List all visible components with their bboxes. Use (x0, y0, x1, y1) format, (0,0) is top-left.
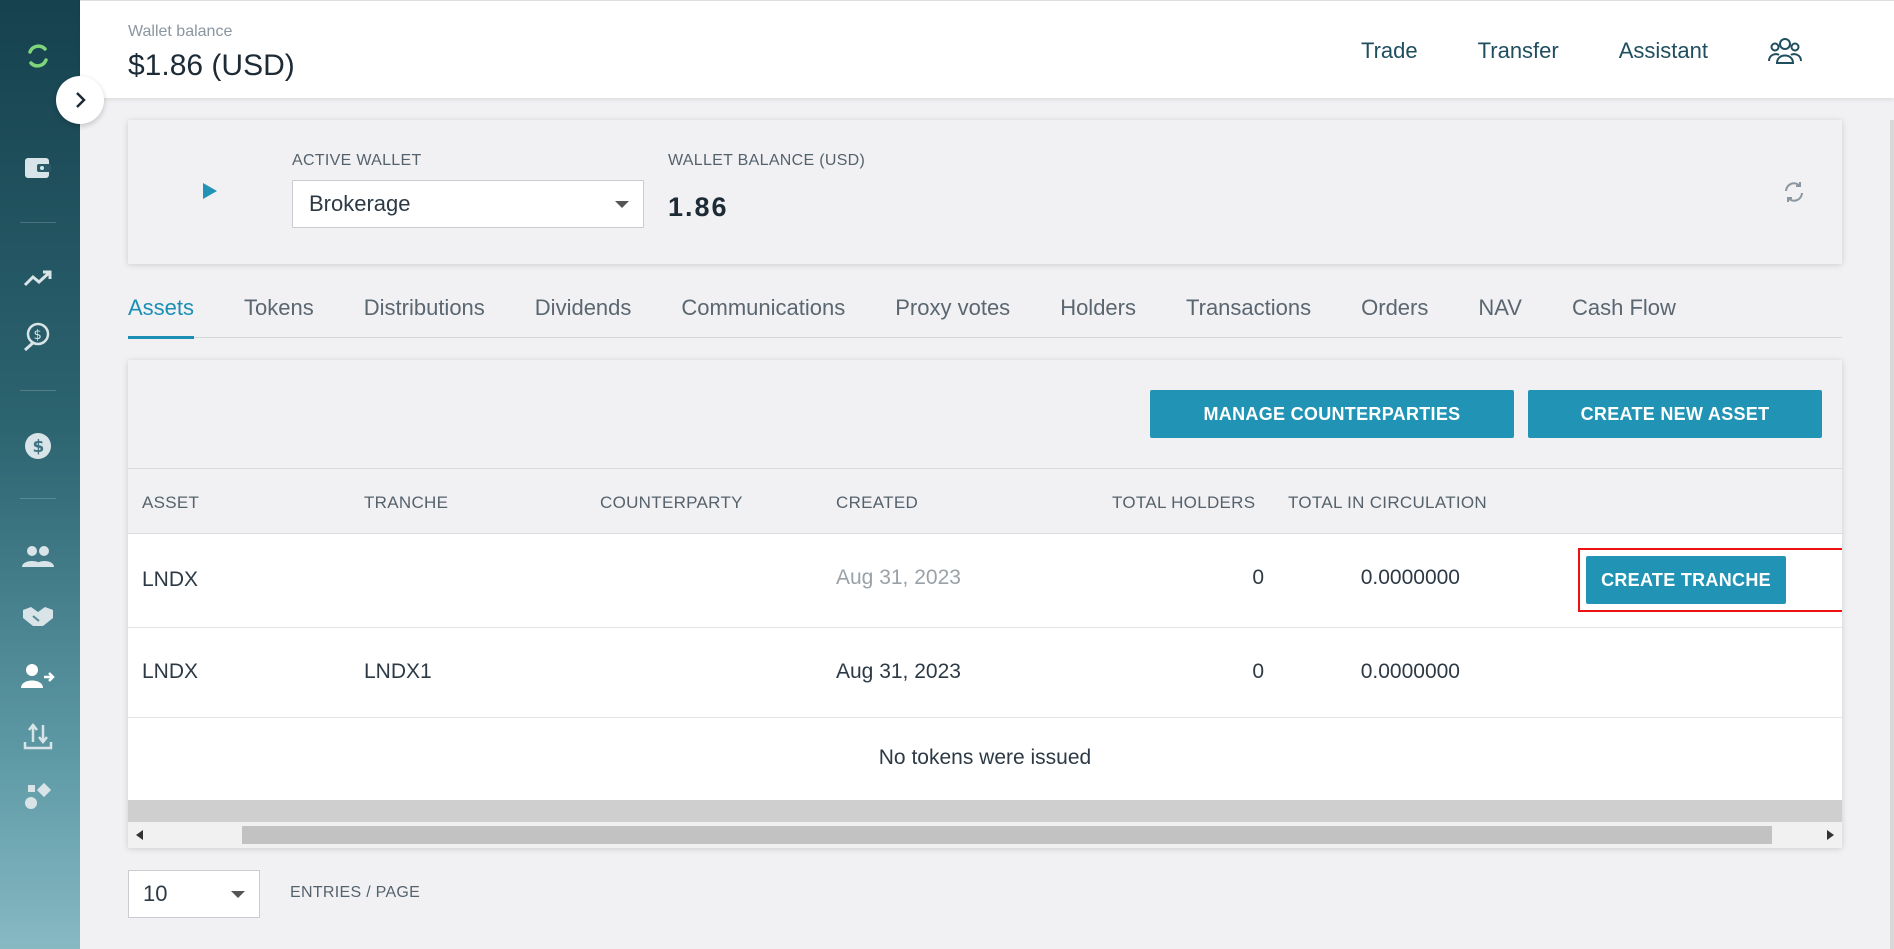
sidebar-divider (20, 498, 56, 499)
tab-dividends[interactable]: Dividends (535, 290, 632, 338)
entries-per-page-label: ENTRIES / PAGE (290, 884, 421, 901)
chevron-right-icon (76, 92, 86, 108)
top-nav: Trade Transfer Assistant (1361, 35, 1894, 67)
column-header-asset: ASSET (142, 493, 200, 512)
nav-transfer[interactable]: Transfer (1478, 38, 1559, 64)
active-wallet-label: ACTIVE WALLET (292, 152, 422, 169)
caret-down-icon (615, 201, 629, 208)
cell-total-holders: 0 (1252, 566, 1264, 589)
horizontal-scrollbar[interactable] (128, 822, 1842, 848)
wallet-card: ACTIVE WALLET Brokerage WALLET BALANCE (… (128, 120, 1842, 264)
svg-text:$: $ (34, 328, 42, 343)
table-footer-bar (128, 800, 1842, 822)
tab-transactions[interactable]: Transactions (1186, 290, 1311, 338)
tab-nav[interactable]: NAV (1478, 290, 1522, 338)
page-scrollbar[interactable] (1890, 120, 1894, 949)
tab-tokens[interactable]: Tokens (244, 290, 314, 338)
sidebar: $ $ (0, 0, 80, 949)
column-header-total-holders: TOTAL HOLDERS (1112, 493, 1256, 512)
table-header: ASSET TRANCHE COUNTERPARTY CREATED TOTAL… (128, 468, 1842, 534)
active-wallet-select[interactable]: Brokerage (292, 180, 644, 228)
assets-panel: MANAGE COUNTERPARTIES CREATE NEW ASSET A… (128, 360, 1842, 848)
users-icon[interactable] (20, 538, 56, 574)
tab-orders[interactable]: Orders (1361, 290, 1428, 338)
app-logo-icon[interactable] (20, 38, 56, 74)
empty-state-message: No tokens were issued (878, 746, 1092, 769)
caret-down-icon (231, 891, 245, 898)
scrollbar-thumb[interactable] (242, 826, 1772, 844)
highlight-box (1578, 548, 1842, 612)
cell-total-holders: 0 (1252, 660, 1264, 683)
upload-download-icon[interactable] (20, 718, 56, 754)
wallet-balance-label: Wallet balance (128, 23, 233, 40)
column-header-tranche: TRANCHE (364, 493, 449, 512)
entries-per-page-select[interactable]: 10 (128, 870, 260, 918)
column-header-total-in-circulation: TOTAL IN CIRCULATION (1288, 493, 1488, 512)
tab-distributions[interactable]: Distributions (364, 290, 485, 338)
cell-created: Aug 31, 2023 (836, 566, 961, 589)
tab-holders[interactable]: Holders (1060, 290, 1136, 338)
trending-up-icon[interactable] (20, 260, 56, 296)
wallet-balance-value: $1.86 (USD) (128, 49, 295, 82)
empty-state-row: No tokens were issued (128, 718, 1842, 800)
sidebar-expand-button[interactable] (56, 76, 104, 124)
user-transfer-icon[interactable] (20, 658, 56, 694)
entries-per-page-value: 10 (143, 881, 168, 906)
cell-total-in-circulation: 0.0000000 (1360, 660, 1460, 683)
shapes-icon[interactable] (20, 778, 56, 814)
tab-bar: Assets Tokens Distributions Dividends Co… (128, 290, 1842, 339)
handshake-icon[interactable] (20, 598, 56, 634)
wallet-balance-usd-label: WALLET BALANCE (USD) (668, 152, 866, 169)
sidebar-divider (20, 222, 56, 223)
manage-counterparties-button[interactable]: MANAGE COUNTERPARTIES (1150, 390, 1514, 438)
column-header-created: CREATED (836, 493, 919, 512)
scroll-left-icon[interactable] (136, 830, 144, 840)
table-row[interactable]: LNDX Aug 31, 2023 0 0.0000000 CREATE TRA… (128, 534, 1842, 628)
play-icon[interactable] (202, 182, 218, 200)
tab-cash-flow[interactable]: Cash Flow (1572, 290, 1676, 338)
cell-tranche: LNDX1 (364, 660, 432, 683)
table-row[interactable]: LNDX LNDX1 Aug 31, 2023 0 0.0000000 (128, 628, 1842, 718)
active-wallet-value: Brokerage (309, 191, 411, 216)
tab-communications[interactable]: Communications (681, 290, 845, 338)
create-new-asset-button[interactable]: CREATE NEW ASSET (1528, 390, 1822, 438)
cell-created: Aug 31, 2023 (836, 660, 961, 683)
svg-text:$: $ (33, 437, 45, 457)
sidebar-divider (20, 390, 56, 391)
cell-asset: LNDX (142, 660, 199, 683)
cell-total-in-circulation: 0.0000000 (1360, 566, 1460, 589)
dollar-coin-icon[interactable]: $ (20, 428, 56, 464)
tab-proxy-votes[interactable]: Proxy votes (895, 290, 1010, 338)
wallet-balance-usd-value: 1.86 (668, 192, 729, 222)
cell-asset: LNDX (142, 568, 199, 591)
team-icon[interactable] (1768, 35, 1802, 67)
nav-assistant[interactable]: Assistant (1619, 38, 1708, 64)
dollar-growth-icon[interactable]: $ (20, 318, 56, 354)
column-header-counterparty: COUNTERPARTY (600, 493, 743, 512)
scroll-right-icon[interactable] (1826, 830, 1834, 840)
tab-assets[interactable]: Assets (128, 290, 195, 339)
nav-trade[interactable]: Trade (1361, 38, 1418, 64)
top-header: Wallet balance $1.86 (USD) Trade Transfe… (80, 0, 1894, 98)
wallet-icon[interactable] (20, 150, 56, 186)
refresh-icon[interactable] (1782, 180, 1806, 204)
